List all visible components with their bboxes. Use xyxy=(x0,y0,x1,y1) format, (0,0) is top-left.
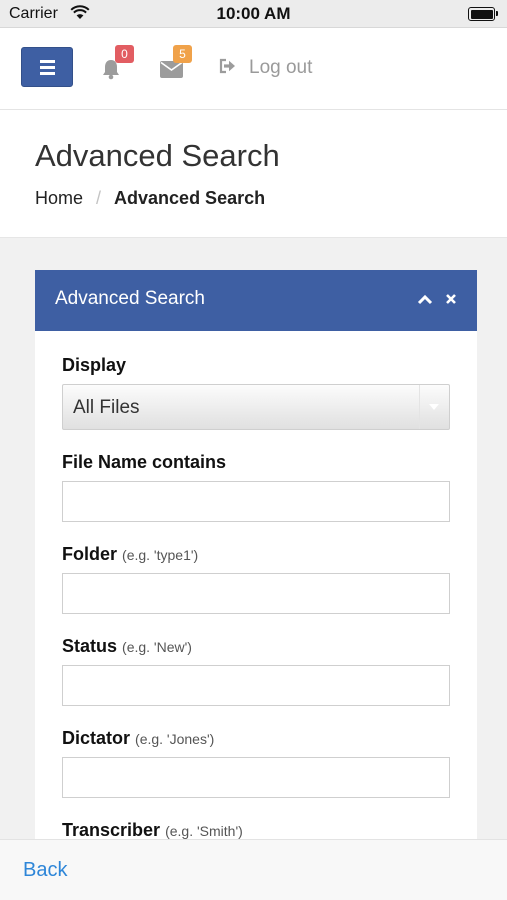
display-label-text: Display xyxy=(62,355,127,375)
top-navbar: 0 5 Log out xyxy=(0,28,507,110)
panel-title: Advanced Search xyxy=(55,288,205,309)
file-name-label: File Name contains xyxy=(62,452,226,473)
page-header: Advanced Search Home / Advanced Search xyxy=(0,110,507,238)
hamburger-icon xyxy=(40,60,55,63)
breadcrumb-current: Advanced Search xyxy=(114,188,266,208)
chevron-up-icon[interactable] xyxy=(417,292,433,310)
folder-label: Folder (e.g. 'type1') xyxy=(62,544,198,565)
logout-label: Log out xyxy=(249,57,313,78)
file-name-input[interactable] xyxy=(62,481,450,522)
bottom-toolbar: Back xyxy=(0,839,507,900)
panel-header: Advanced Search xyxy=(35,270,477,331)
status-bar: Carrier 10:00 AM xyxy=(0,0,507,28)
folder-label-text: Folder xyxy=(62,544,118,564)
back-button[interactable]: Back xyxy=(23,859,67,882)
file-name-label-text: File Name contains xyxy=(62,452,227,472)
status-label: Status (e.g. 'New') xyxy=(62,636,192,657)
transcriber-label: Transcriber (e.g. 'Smith') xyxy=(62,820,243,841)
display-label: Display xyxy=(62,355,126,376)
hamburger-icon-line xyxy=(40,66,55,69)
breadcrumb: Home / Advanced Search xyxy=(35,188,265,209)
breadcrumb-home-link[interactable]: Home xyxy=(35,188,83,209)
advanced-search-panel: Advanced Search Display All Files File N… xyxy=(35,270,477,860)
sign-out-icon xyxy=(219,58,237,79)
hamburger-icon-line xyxy=(40,72,55,75)
display-select[interactable]: All Files xyxy=(62,384,450,430)
envelope-icon[interactable] xyxy=(160,61,183,83)
dictator-label-text: Dictator xyxy=(62,728,131,748)
page-title: Advanced Search xyxy=(35,138,280,173)
messages-badge: 5 xyxy=(173,45,192,63)
folder-input[interactable] xyxy=(62,573,450,614)
clock: 10:00 AM xyxy=(216,4,291,23)
close-icon[interactable] xyxy=(445,292,457,310)
status-hint: (e.g. 'New') xyxy=(122,639,192,655)
transcriber-label-text: Transcriber xyxy=(62,820,161,840)
notifications-badge: 0 xyxy=(115,45,134,63)
battery-icon xyxy=(468,7,498,21)
dictator-input[interactable] xyxy=(62,757,450,798)
dictator-label: Dictator (e.g. 'Jones') xyxy=(62,728,214,749)
logout-link[interactable]: Log out xyxy=(219,56,312,80)
transcriber-hint: (e.g. 'Smith') xyxy=(165,823,243,839)
menu-toggle-button[interactable] xyxy=(21,47,73,87)
breadcrumb-separator: / xyxy=(96,188,102,208)
folder-hint: (e.g. 'type1') xyxy=(122,547,199,563)
dictator-hint: (e.g. 'Jones') xyxy=(135,731,215,747)
display-selected-value: All Files xyxy=(73,397,140,418)
status-input[interactable] xyxy=(62,665,450,706)
caret-down-icon xyxy=(419,385,449,429)
status-label-text: Status xyxy=(62,636,118,656)
